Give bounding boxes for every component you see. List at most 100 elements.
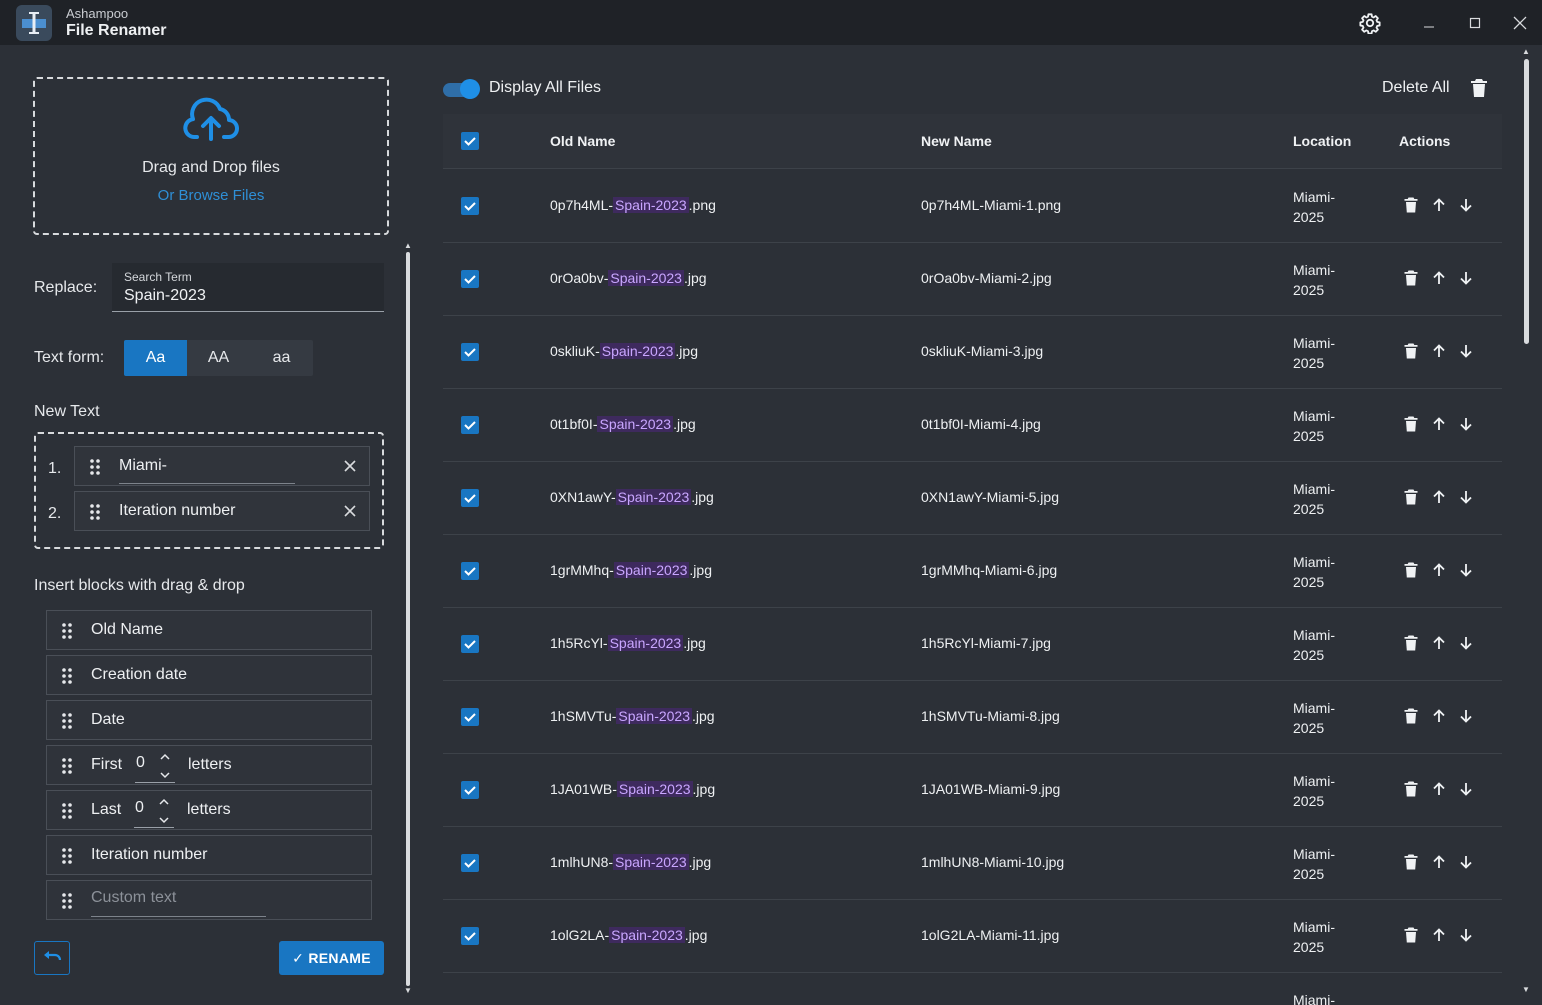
text-form-capitalized[interactable]: Aa xyxy=(124,340,187,376)
move-up-button[interactable] xyxy=(1431,781,1447,802)
browse-files-link[interactable]: Or Browse Files xyxy=(35,187,387,204)
text-form-lowercase[interactable]: aa xyxy=(250,340,313,376)
new-text-item[interactable]: Miami- xyxy=(74,446,370,486)
undo-button[interactable] xyxy=(34,941,70,975)
move-up-button[interactable] xyxy=(1431,197,1447,218)
move-down-button[interactable] xyxy=(1458,927,1474,948)
move-up-button[interactable] xyxy=(1431,343,1447,364)
move-up-button[interactable] xyxy=(1431,927,1447,948)
minimize-button[interactable] xyxy=(1415,9,1443,37)
close-window-button[interactable] xyxy=(1506,9,1534,37)
new-text-item[interactable]: Iteration number xyxy=(74,491,370,531)
table-row[interactable]: 0t1bf0I- Spain-2023 .jpg 0t1bf0I-Miami-4.jp… xyxy=(443,389,1502,462)
move-down-button[interactable] xyxy=(1458,854,1474,875)
move-down-button[interactable] xyxy=(1458,635,1474,656)
close-icon[interactable] xyxy=(343,504,357,518)
block-date[interactable]: Date xyxy=(46,700,372,740)
block-last-letters[interactable]: Last 0 letters xyxy=(46,790,372,830)
left-panel-scrollbar[interactable] xyxy=(406,252,410,986)
table-scrollbar[interactable] xyxy=(1524,59,1529,344)
drag-handle-icon[interactable] xyxy=(61,758,73,774)
block-old-name[interactable]: Old Name xyxy=(46,610,372,650)
delete-row-button[interactable] xyxy=(1404,854,1418,875)
row-checkbox[interactable] xyxy=(461,343,479,361)
delete-row-button[interactable] xyxy=(1404,635,1418,656)
drag-handle-icon[interactable] xyxy=(61,848,73,864)
drag-handle-icon[interactable] xyxy=(61,803,73,819)
move-up-button[interactable] xyxy=(1431,416,1447,437)
row-checkbox[interactable] xyxy=(461,489,479,507)
move-up-button[interactable] xyxy=(1431,562,1447,583)
table-row[interactable]: 1hSMVTu- Spain-2023 .jpg 1hSMVTu-Miami-8.jp… xyxy=(443,681,1502,754)
table-row[interactable]: 0skliuK- Spain-2023 .jpg 0skliuK-Miami-3.jp… xyxy=(443,316,1502,389)
new-text-drop-area[interactable]: 1. Miami- 2. Iteration number xyxy=(34,432,384,549)
new-text-value[interactable]: Miami- xyxy=(119,457,167,475)
table-row[interactable]: Miami- xyxy=(443,973,1502,1005)
block-custom-text[interactable]: Custom text xyxy=(46,880,372,920)
maximize-button[interactable] xyxy=(1461,9,1489,37)
delete-row-button[interactable] xyxy=(1404,197,1418,218)
search-term-input[interactable]: Search Term Spain-2023 xyxy=(112,263,384,312)
table-row[interactable]: 0p7h4ML- Spain-2023 .png 0p7h4ML-Miami-1.pn… xyxy=(443,170,1502,243)
table-row[interactable]: 1h5RcYl- Spain-2023 .jpg 1h5RcYl-Miami-7.jp… xyxy=(443,608,1502,681)
column-new-name[interactable]: New Name xyxy=(921,133,992,149)
row-checkbox[interactable] xyxy=(461,270,479,288)
drag-handle-icon[interactable] xyxy=(89,504,101,520)
move-up-button[interactable] xyxy=(1431,635,1447,656)
move-down-button[interactable] xyxy=(1458,416,1474,437)
drag-handle-icon[interactable] xyxy=(61,668,73,684)
delete-row-button[interactable] xyxy=(1404,927,1418,948)
move-down-button[interactable] xyxy=(1458,343,1474,364)
scroll-down-arrow-icon[interactable]: ▼ xyxy=(404,986,412,995)
table-row[interactable]: 1mlhUN8- Spain-2023 .jpg 1mlhUN8-Miami-10.j… xyxy=(443,827,1502,900)
settings-button[interactable] xyxy=(1356,9,1384,37)
row-checkbox[interactable] xyxy=(461,927,479,945)
block-first-letters[interactable]: First 0 letters xyxy=(46,745,372,785)
scroll-up-arrow-icon[interactable]: ▲ xyxy=(404,241,412,250)
column-location[interactable]: Location xyxy=(1293,133,1351,149)
table-row[interactable]: 1olG2LA- Spain-2023 .jpg 1olG2LA-Miami-11.j… xyxy=(443,900,1502,973)
last-letters-input[interactable]: 0 xyxy=(135,799,144,817)
delete-row-button[interactable] xyxy=(1404,708,1418,729)
drag-handle-icon[interactable] xyxy=(89,459,101,475)
move-up-button[interactable] xyxy=(1431,489,1447,510)
delete-row-button[interactable] xyxy=(1404,489,1418,510)
block-creation-date[interactable]: Creation date xyxy=(46,655,372,695)
table-row[interactable]: 0XN1awY- Spain-2023 .jpg 0XN1awY-Miami-5.jp… xyxy=(443,462,1502,535)
move-down-button[interactable] xyxy=(1458,562,1474,583)
row-checkbox[interactable] xyxy=(461,854,479,872)
delete-row-button[interactable] xyxy=(1404,343,1418,364)
drag-handle-icon[interactable] xyxy=(61,893,73,909)
row-checkbox[interactable] xyxy=(461,416,479,434)
display-all-toggle[interactable] xyxy=(443,79,481,99)
column-old-name[interactable]: Old Name xyxy=(550,133,615,149)
delete-row-button[interactable] xyxy=(1404,416,1418,437)
first-letters-input[interactable]: 0 xyxy=(136,754,145,772)
move-up-button[interactable] xyxy=(1431,854,1447,875)
delete-row-button[interactable] xyxy=(1404,562,1418,583)
row-checkbox[interactable] xyxy=(461,635,479,653)
table-row[interactable]: 0rOa0bv- Spain-2023 .jpg 0rOa0bv-Miami-2.jp… xyxy=(443,243,1502,316)
delete-all-button[interactable]: Delete All xyxy=(1382,79,1450,97)
scroll-up-arrow-icon[interactable]: ▲ xyxy=(1522,47,1530,56)
row-checkbox[interactable] xyxy=(461,197,479,215)
file-drop-zone[interactable]: Drag and Drop files Or Browse Files xyxy=(33,77,389,235)
drag-handle-icon[interactable] xyxy=(61,623,73,639)
rename-button[interactable]: ✓ RENAME xyxy=(279,941,384,975)
block-iteration-number[interactable]: Iteration number xyxy=(46,835,372,875)
close-icon[interactable] xyxy=(343,459,357,473)
row-checkbox[interactable] xyxy=(461,781,479,799)
table-row[interactable]: 1JA01WB- Spain-2023 .jpg 1JA01WB-Miami-9.jp… xyxy=(443,754,1502,827)
scroll-down-arrow-icon[interactable]: ▼ xyxy=(1522,985,1530,994)
move-down-button[interactable] xyxy=(1458,781,1474,802)
text-form-uppercase[interactable]: AA xyxy=(187,340,250,376)
table-row[interactable]: 1grMMhq- Spain-2023 .jpg 1grMMhq-Miami-6.jp… xyxy=(443,535,1502,608)
trash-icon[interactable] xyxy=(1470,78,1488,98)
custom-text-input[interactable]: Custom text xyxy=(91,889,176,907)
move-down-button[interactable] xyxy=(1458,708,1474,729)
move-down-button[interactable] xyxy=(1458,197,1474,218)
select-all-checkbox[interactable] xyxy=(461,132,479,150)
move-down-button[interactable] xyxy=(1458,270,1474,291)
delete-row-button[interactable] xyxy=(1404,270,1418,291)
number-stepper-icon[interactable] xyxy=(158,797,170,825)
